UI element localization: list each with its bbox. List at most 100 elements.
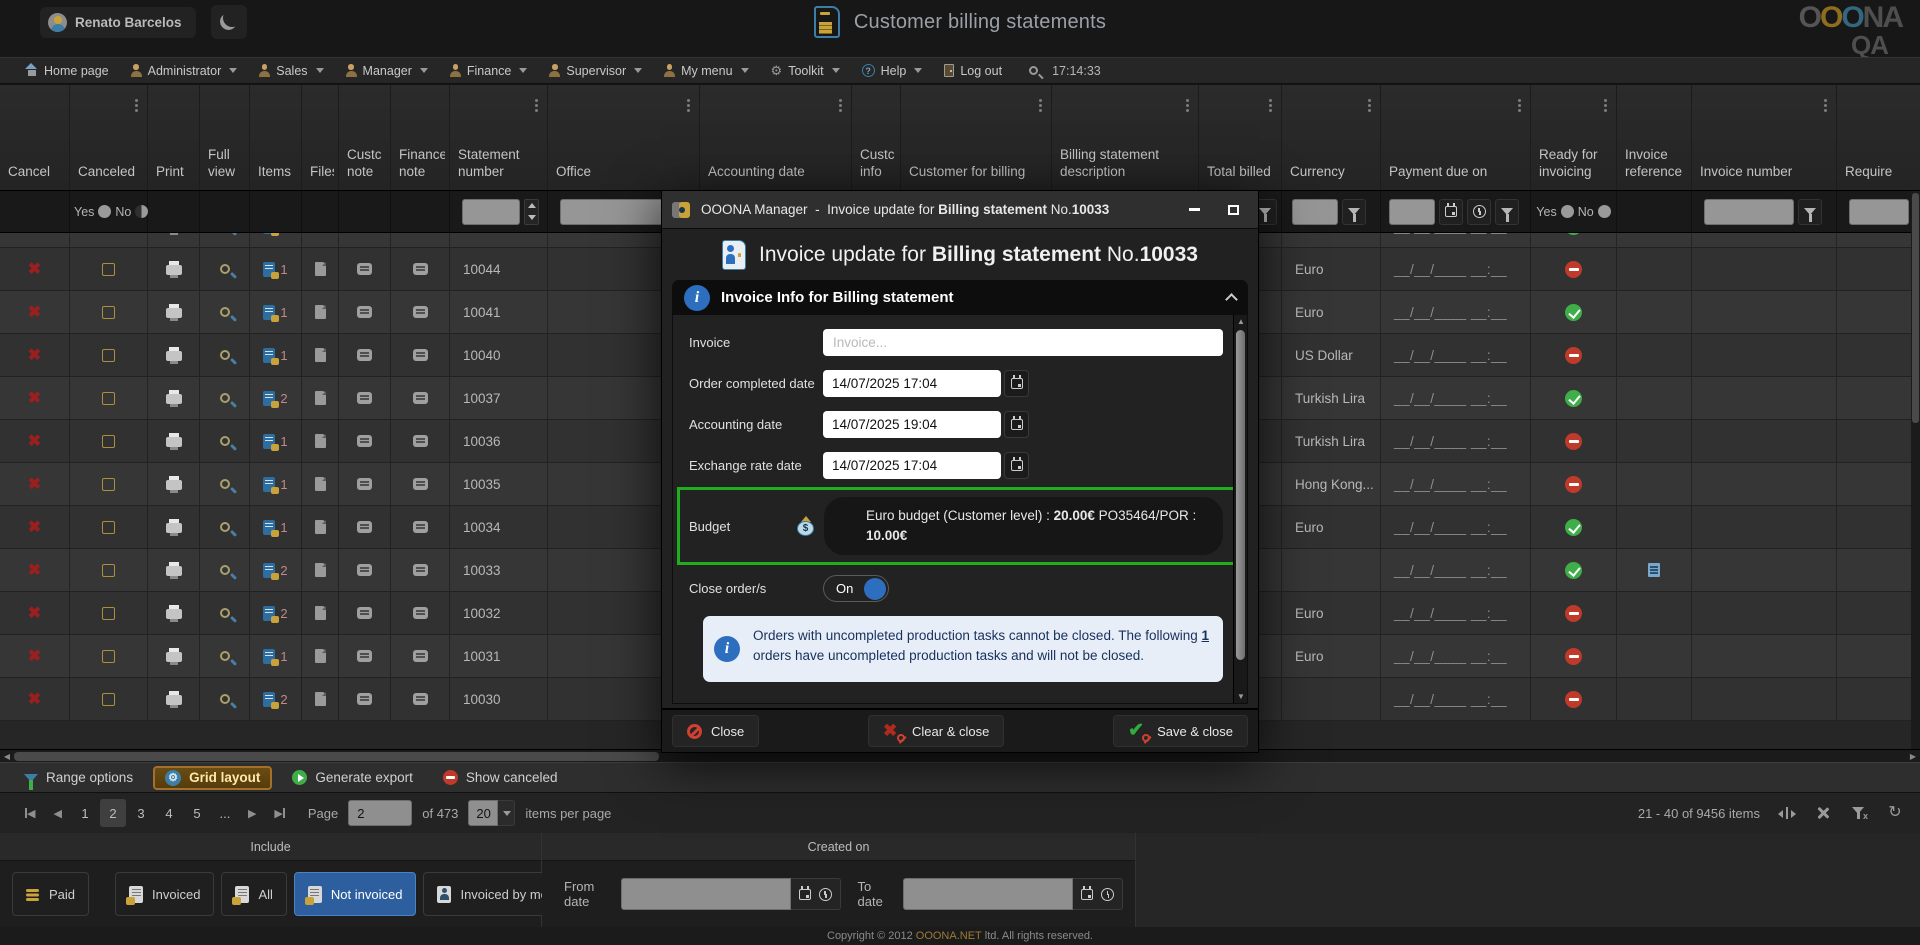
column-header-fullview[interactable]: Full view	[200, 85, 250, 190]
customer-note-icon[interactable]	[357, 306, 372, 318]
items-icon[interactable]	[263, 692, 275, 707]
currency-filter-input[interactable]	[1292, 199, 1338, 225]
canceled-checkbox[interactable]	[102, 521, 115, 534]
column-header-finnote[interactable]: Finance note	[391, 85, 450, 190]
customer-note-icon[interactable]	[357, 349, 372, 361]
finance-note-icon[interactable]	[413, 564, 428, 576]
finance-note-icon[interactable]	[413, 263, 428, 275]
full-view-icon[interactable]	[220, 264, 230, 274]
files-icon[interactable]	[315, 434, 326, 448]
print-icon[interactable]	[166, 351, 182, 361]
menu-item-supervisor[interactable]: Supervisor	[540, 58, 655, 83]
vscroll-thumb[interactable]	[1912, 193, 1919, 423]
collapse-chevron-icon[interactable]	[1225, 293, 1238, 306]
column-menu-icon[interactable]	[1604, 99, 1607, 102]
include-all-button[interactable]: All	[221, 872, 286, 916]
clock-icon[interactable]	[1101, 888, 1114, 901]
page-number-input[interactable]: 2	[348, 800, 412, 826]
cancel-icon[interactable]: ✖	[28, 259, 41, 279]
refresh-icon[interactable]: ↻	[1886, 805, 1904, 821]
clear-filters-icon[interactable]: x	[1850, 805, 1868, 821]
calendar-button[interactable]	[1439, 199, 1463, 225]
menu-item-home-page[interactable]: Home page	[16, 58, 122, 83]
column-header-stmtnum[interactable]: Statement number	[450, 85, 548, 190]
step-down-icon[interactable]	[528, 215, 536, 220]
column-menu-icon[interactable]	[1368, 99, 1371, 102]
calendar-icon[interactable]	[1004, 370, 1029, 397]
toolbar-range-options[interactable]: Range options	[14, 768, 143, 787]
vertical-scrollbar[interactable]	[1911, 191, 1920, 749]
yes-radio[interactable]	[1561, 205, 1574, 218]
full-view-icon[interactable]	[220, 608, 230, 618]
search-icon[interactable]	[1029, 66, 1038, 75]
column-header-cancel[interactable]: Cancel	[0, 85, 70, 190]
cancel-icon[interactable]: ✖	[28, 603, 41, 623]
canceled-checkbox[interactable]	[102, 564, 115, 577]
items-icon[interactable]	[263, 606, 275, 621]
column-header-invref[interactable]: Invoice reference	[1617, 85, 1692, 190]
finance-note-icon[interactable]	[413, 478, 428, 490]
calendar-icon[interactable]	[1004, 452, 1029, 479]
column-header-print[interactable]: Print	[148, 85, 200, 190]
column-header-totalbilled[interactable]: Total billed	[1199, 85, 1282, 190]
dialog-scroll-thumb[interactable]	[1236, 330, 1245, 660]
hscroll-thumb[interactable]	[14, 752, 659, 761]
customer-note-icon[interactable]	[357, 693, 372, 705]
items-icon[interactable]	[263, 348, 275, 363]
cancel-icon[interactable]: ✖	[28, 302, 41, 322]
from-date-input[interactable]	[621, 878, 791, 910]
finance-note-icon[interactable]	[413, 607, 428, 619]
cancel-icon[interactable]: ✖	[28, 560, 41, 580]
page-number-5[interactable]: 5	[184, 799, 210, 827]
finance-note-icon[interactable]	[413, 349, 428, 361]
step-up-icon[interactable]	[528, 203, 536, 208]
files-icon[interactable]	[315, 477, 326, 491]
canceled-checkbox[interactable]	[102, 435, 115, 448]
customer-note-icon[interactable]	[357, 521, 372, 533]
filter-funnel-button[interactable]	[1495, 199, 1519, 225]
page-number-...[interactable]: ...	[212, 799, 238, 827]
close-button[interactable]: Close	[672, 715, 759, 747]
column-header-invnum[interactable]: Invoice number	[1692, 85, 1837, 190]
calendar-icon[interactable]	[799, 889, 811, 900]
files-icon[interactable]	[315, 649, 326, 663]
column-header-files[interactable]: Files	[302, 85, 339, 190]
print-icon[interactable]	[166, 695, 182, 705]
column-menu-icon[interactable]	[535, 99, 538, 102]
toolbar-show-canceled[interactable]: Show canceled	[433, 768, 568, 787]
files-icon[interactable]	[315, 563, 326, 577]
page-number-4[interactable]: 4	[156, 799, 182, 827]
no-radio[interactable]	[1598, 205, 1611, 218]
items-per-page-select[interactable]: 20	[468, 800, 515, 826]
cancel-icon[interactable]: ✖	[28, 474, 41, 494]
files-icon[interactable]	[315, 520, 326, 534]
canceled-checkbox[interactable]	[102, 392, 115, 405]
items-icon[interactable]	[263, 477, 275, 492]
include-paid-button[interactable]: Paid	[12, 872, 89, 916]
menu-item-finance[interactable]: Finance	[441, 58, 540, 83]
column-header-currency[interactable]: Currency	[1282, 85, 1381, 190]
brand-link[interactable]: OOONA.NET	[916, 930, 982, 942]
scroll-left-icon[interactable]: ◀	[1, 751, 13, 762]
filter-funnel-button[interactable]	[1798, 199, 1822, 225]
customer-note-icon[interactable]	[357, 478, 372, 490]
column-header-ready[interactable]: Ready for invoicing	[1531, 85, 1617, 190]
page-number-3[interactable]: 3	[128, 799, 154, 827]
next-page-button[interactable]: ▶	[239, 803, 265, 824]
invoice-info-section-header[interactable]: i Invoice Info for Billing statement	[672, 280, 1248, 315]
print-icon[interactable]	[166, 480, 182, 490]
column-header-billdesc[interactable]: Billing statement description	[1052, 85, 1199, 190]
canceled-checkbox[interactable]	[102, 693, 115, 706]
items-icon[interactable]	[263, 233, 275, 234]
finance-note-icon[interactable]	[413, 392, 428, 404]
full-view-icon[interactable]	[220, 393, 230, 403]
print-icon[interactable]	[166, 566, 182, 576]
statement-number-filter-input[interactable]	[462, 199, 520, 225]
invoice-input[interactable]: Invoice...	[823, 329, 1223, 356]
customer-note-icon[interactable]	[357, 650, 372, 662]
exchange-rate-date-input[interactable]: 14/07/2025 17:04	[823, 452, 1001, 479]
clock-icon[interactable]	[819, 888, 832, 901]
clear-and-close-button[interactable]: ✖ Clear & close	[868, 715, 1004, 747]
last-page-button[interactable]: ▶	[265, 803, 293, 824]
close-orders-toggle[interactable]: On	[823, 575, 889, 602]
